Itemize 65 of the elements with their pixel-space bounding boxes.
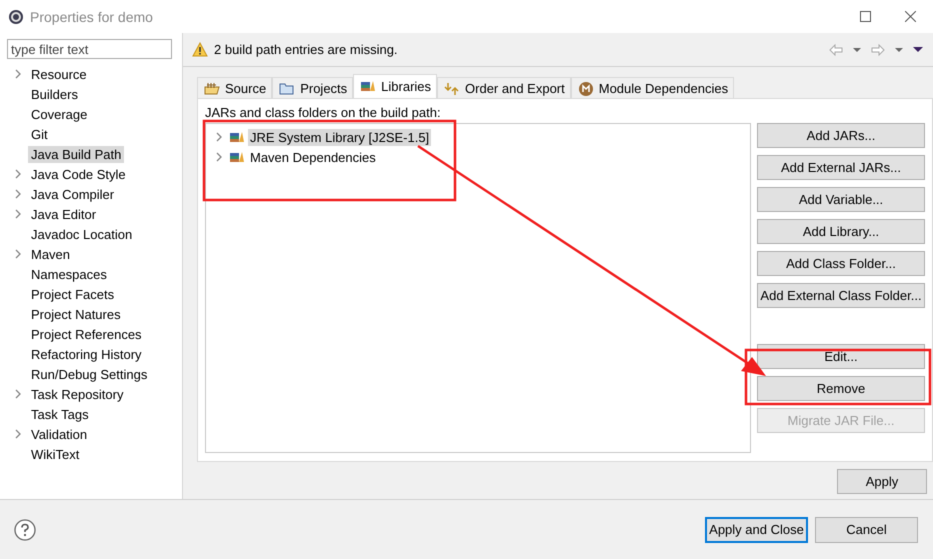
chevron-icon[interactable] — [13, 388, 23, 400]
close-icon[interactable] — [905, 11, 916, 22]
sidebar-item[interactable]: Project Natures — [28, 306, 124, 322]
action-button[interactable]: Add Variable... — [757, 187, 925, 212]
help-icon[interactable] — [14, 518, 36, 540]
chevron-icon[interactable] — [13, 188, 23, 200]
sidebar-item[interactable]: Builders — [28, 86, 81, 102]
sidebar-item[interactable]: Javadoc Location — [28, 226, 136, 242]
action-button[interactable]: Add Class Folder... — [757, 251, 925, 276]
apply-button[interactable]: Apply — [837, 469, 927, 494]
action-button[interactable]: Add External Class Folder... — [757, 283, 925, 308]
sidebar-item[interactable]: Validation — [28, 426, 90, 442]
sidebar-item[interactable]: Task Tags — [28, 406, 92, 422]
apply-and-close-button[interactable]: Apply and Close — [705, 516, 808, 542]
folder-icon — [279, 80, 296, 96]
books-icon — [229, 130, 245, 144]
forward-arrow-icon[interactable] — [871, 44, 885, 56]
sidebar-item[interactable]: Project Facets — [28, 286, 118, 302]
sidebar-item[interactable]: Coverage — [28, 106, 90, 122]
chevron-icon[interactable] — [13, 168, 23, 180]
library-entry[interactable]: Maven Dependencies — [248, 148, 378, 166]
sort-arrows-icon — [444, 80, 460, 96]
action-button[interactable]: Add Library... — [757, 219, 925, 244]
maximize-icon[interactable] — [860, 11, 871, 22]
sidebar-item[interactable]: Resource — [28, 66, 90, 82]
filter-field[interactable]: type filter text — [7, 39, 172, 59]
section-caption: JARs and class folders on the build path: — [205, 105, 442, 122]
tab[interactable]: Module Dependencies — [570, 77, 734, 98]
action-button[interactable]: Add External JARs... — [757, 155, 925, 180]
sidebar-item[interactable]: Maven — [28, 246, 74, 262]
sidebar-item[interactable]: WikiText — [28, 446, 82, 462]
warning-icon — [192, 42, 208, 58]
warning-message: 2 build path entries are missing. — [214, 42, 398, 57]
chevron-icon[interactable] — [13, 208, 23, 220]
tab[interactable]: Source — [197, 77, 272, 98]
menu-icon[interactable] — [913, 47, 923, 52]
cancel-button[interactable]: Cancel — [815, 516, 918, 542]
dropdown-icon[interactable] — [853, 48, 861, 52]
sidebar-item[interactable]: Java Code Style — [28, 166, 129, 182]
sidebar-item[interactable]: Run/Debug Settings — [28, 366, 150, 382]
sidebar-item[interactable]: Task Repository — [28, 386, 126, 402]
dropdown-icon[interactable] — [895, 48, 903, 52]
chevron-icon[interactable] — [13, 68, 23, 80]
sidebar-item[interactable]: Refactoring History — [28, 346, 145, 362]
chevron-icon[interactable] — [13, 428, 23, 440]
back-arrow-icon[interactable] — [829, 44, 843, 56]
action-button[interactable]: Remove — [757, 376, 925, 401]
sidebar-item[interactable]: Git — [28, 126, 51, 142]
tab[interactable]: Libraries — [353, 74, 438, 98]
app-icon — [8, 8, 24, 24]
sidebar-item[interactable]: Project References — [28, 326, 145, 342]
books-icon — [229, 150, 245, 164]
sidebar-item[interactable]: Java Compiler — [28, 186, 118, 202]
sidebar-item[interactable]: Java Build Path — [28, 146, 124, 162]
books-icon — [360, 79, 376, 94]
tab[interactable]: Order and Export — [437, 77, 571, 98]
sidebar-item[interactable]: Namespaces — [28, 266, 110, 282]
action-button[interactable]: Add JARs... — [757, 123, 925, 148]
folder-icon — [204, 80, 220, 96]
chevron-icon[interactable] — [13, 248, 23, 260]
library-entry[interactable]: JRE System Library [J2SE-1.5] — [248, 128, 432, 146]
tab[interactable]: Projects — [272, 77, 354, 98]
sidebar-item[interactable]: Java Editor — [28, 206, 100, 222]
window-title: Properties for demo — [30, 8, 153, 24]
module-icon — [578, 80, 594, 96]
